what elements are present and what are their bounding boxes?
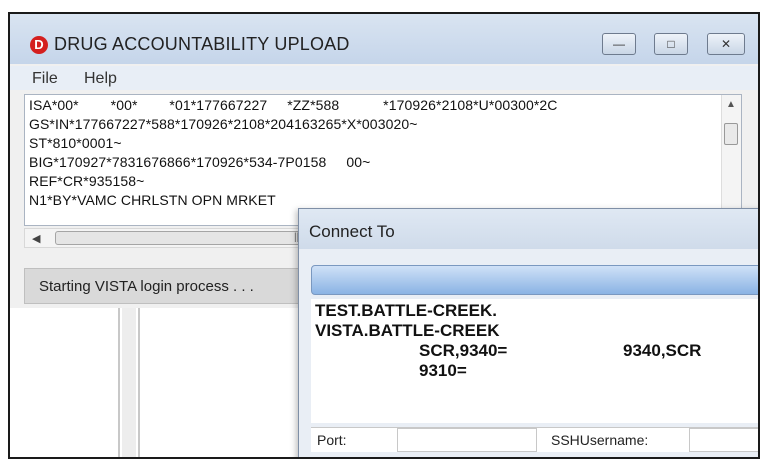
connect-to-dialog: Connect To TEST.BATTLE-CREEK. VISTA.BATT… [298, 208, 758, 457]
server-item[interactable]: TEST.BATTLE-CREEK. [315, 301, 497, 321]
scrollbar-thumb[interactable]: ||| [55, 231, 315, 245]
menu-help[interactable]: Help [84, 70, 117, 88]
maximize-icon: □ [667, 37, 675, 51]
horizontal-scrollbar[interactable]: ◀ ||| [24, 228, 324, 248]
close-icon: ✕ [720, 37, 732, 51]
minimize-icon: — [613, 37, 625, 51]
connection-fields: Port: SSHUsername: [311, 427, 758, 452]
edi-line: ISA*00* *00* *01*177667227 *ZZ*588 *1709… [29, 97, 558, 113]
scroll-left-icon[interactable]: ◀ [32, 232, 40, 245]
scroll-up-icon[interactable]: ▲ [726, 99, 736, 110]
splitter[interactable] [122, 308, 136, 457]
port-label: Port: [317, 432, 347, 448]
dialog-title: Connect To [309, 222, 395, 241]
vertical-scrollbar[interactable]: ▲ [721, 95, 741, 225]
divider [118, 308, 120, 457]
lower-panel [10, 308, 300, 457]
dialog-title-bar: Connect To [299, 209, 758, 249]
server-item[interactable]: 9340,SCR [623, 341, 701, 361]
edi-text-area[interactable]: ISA*00* *00* *01*177667227 *ZZ*588 *1709… [24, 94, 742, 226]
screenshot-frame: D DRUG ACCOUNTABILITY UPLOAD — □ ✕ File … [8, 12, 760, 459]
edi-line: REF*CR*935158~ [29, 173, 145, 189]
ssh-username-label: SSHUsername: [551, 432, 649, 448]
minimize-button[interactable]: — [602, 33, 636, 55]
status-text: Starting VISTA login process . . . [39, 278, 254, 295]
port-input[interactable] [397, 428, 537, 452]
server-item[interactable]: 9310= [419, 361, 467, 381]
close-button[interactable]: ✕ [707, 33, 745, 55]
menu-bar: File Help [10, 66, 758, 90]
app-icon: D [30, 36, 48, 54]
divider [138, 308, 140, 457]
server-list[interactable]: TEST.BATTLE-CREEK. VISTA.BATTLE-CREEK SC… [311, 299, 758, 423]
ssh-username-input[interactable] [689, 428, 758, 452]
maximize-button[interactable]: □ [654, 33, 688, 55]
menu-file[interactable]: File [32, 70, 58, 88]
edi-line: ST*810*0001~ [29, 135, 122, 151]
edi-line: BIG*170927*7831676866*170926*534-7P0158 … [29, 154, 371, 170]
window-title: DRUG ACCOUNTABILITY UPLOAD [54, 34, 350, 54]
status-panel: Starting VISTA login process . . . [24, 268, 304, 304]
scrollbar-thumb[interactable] [724, 123, 738, 145]
server-item[interactable]: SCR,9340= [419, 341, 507, 361]
progress-bar [311, 265, 758, 295]
edi-line: GS*IN*177667227*588*170926*2108*20416326… [29, 116, 418, 132]
server-item[interactable]: VISTA.BATTLE-CREEK [315, 321, 499, 341]
title-bar: D DRUG ACCOUNTABILITY UPLOAD — □ ✕ [10, 14, 758, 64]
edi-line: N1*BY*VAMC CHRLSTN OPN MRKET [29, 192, 276, 208]
